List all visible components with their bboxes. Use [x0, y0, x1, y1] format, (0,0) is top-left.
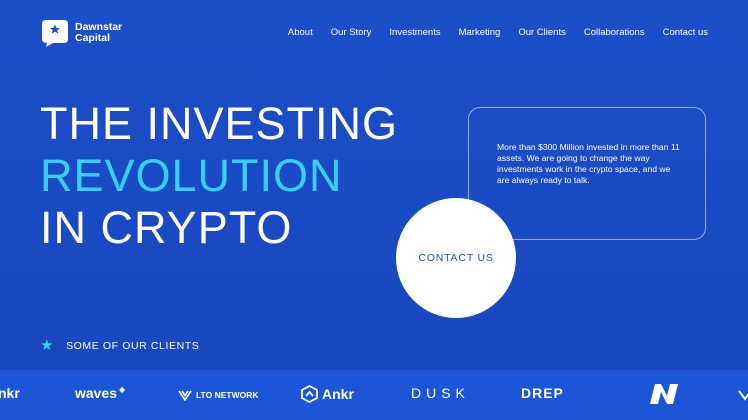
ankr-hexagon-icon [301, 385, 318, 403]
nav-contact-us[interactable]: Contact us [663, 27, 708, 38]
client-logo-lto-network[interactable]: LTO NETWORK [178, 389, 258, 401]
nav-collaborations[interactable]: Collaborations [584, 27, 645, 38]
star-icon: ★ [40, 337, 55, 354]
client-logo-text: Ankr [322, 386, 354, 402]
info-text: More than $300 Million invested in more … [497, 142, 680, 185]
lto-icon [178, 390, 192, 401]
star-logo-icon [42, 20, 68, 47]
nav-our-clients[interactable]: Our Clients [518, 27, 566, 38]
info-card: More than $300 Million invested in more … [468, 107, 706, 240]
hero-line-3: IN CRYPTO [40, 202, 293, 253]
client-logo-waves[interactable]: waves ◆ [75, 384, 126, 402]
client-logo-dusk[interactable]: DUSK [411, 385, 470, 401]
clients-label-text: SOME OF OUR CLIENTS [66, 340, 200, 352]
hero-heading: THE INVESTING REVOLUTION IN CRYPTO [40, 98, 398, 254]
contact-us-button[interactable]: CONTACT US [396, 198, 516, 318]
client-logo-text: waves [75, 385, 118, 401]
nav-investments[interactable]: Investments [389, 27, 440, 38]
brand-name-line2: Capital [75, 32, 111, 44]
client-logo-text: LTO NETWORK [196, 390, 259, 400]
client-logo-drep[interactable]: DREP [521, 385, 564, 401]
client-logo-strip: nkr waves ◆ LTO NETWORK Ankr DUSK DREP [0, 370, 748, 420]
partial-logo-icon [738, 390, 748, 401]
client-logo-n[interactable] [646, 383, 682, 405]
hero-line-2: REVOLUTION [40, 150, 343, 201]
n-logo-icon [650, 384, 678, 404]
nav-our-story[interactable]: Our Story [331, 27, 372, 38]
client-logo-ankr[interactable]: Ankr [301, 385, 354, 403]
nav-marketing[interactable]: Marketing [459, 27, 501, 38]
brand-logo[interactable]: Dawnstar Capital [41, 18, 122, 48]
client-logo-partial-right[interactable] [738, 387, 748, 401]
main-nav: About Our Story Investments Marketing Ou… [288, 27, 708, 38]
client-logo-ankr-partial[interactable]: nkr [0, 385, 20, 401]
client-logo-text: DREP [521, 385, 564, 401]
nav-about[interactable]: About [288, 27, 313, 38]
client-logo-text: DUSK [411, 385, 470, 401]
diamond-icon: ◆ [119, 384, 126, 394]
clients-section-label: ★ SOME OF OUR CLIENTS [40, 337, 200, 354]
client-logo-text: nkr [0, 385, 20, 401]
hero-line-1: THE INVESTING [40, 98, 399, 149]
